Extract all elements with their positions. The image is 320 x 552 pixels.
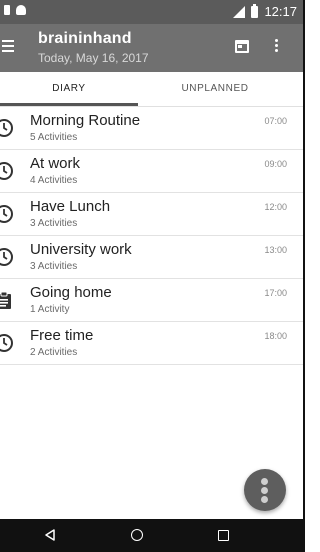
battery-icon <box>251 3 259 18</box>
activity-time: 12:00 <box>264 202 287 212</box>
notification-icon <box>4 5 10 15</box>
recents-icon[interactable] <box>218 530 229 541</box>
signal-icon <box>231 5 246 18</box>
activity-time: 09:00 <box>264 159 287 169</box>
tab-bar: DIARY UNPLANNED <box>0 72 303 107</box>
activity-count: 3 Activities <box>30 261 78 272</box>
clock-icon <box>0 248 13 266</box>
nav-bar <box>0 519 303 552</box>
tab-unplanned[interactable]: UNPLANNED <box>150 72 280 106</box>
list-item[interactable]: University work 3 Activities 13:00 <box>0 236 303 279</box>
android-icon <box>16 5 26 15</box>
activity-title: Free time <box>30 327 94 344</box>
activity-count: 3 Activities <box>30 218 78 229</box>
status-bar: 12:17 <box>0 0 303 24</box>
activity-time: 18:00 <box>264 331 287 341</box>
more-vert-icon[interactable] <box>275 39 279 55</box>
activity-title: Have Lunch <box>30 198 111 215</box>
clock-icon <box>0 119 13 137</box>
back-icon[interactable] <box>44 529 56 541</box>
clock-icon <box>0 205 13 223</box>
app-subtitle: Today, May 16, 2017 <box>38 51 149 65</box>
list-item[interactable]: Have Lunch 3 Activities 12:00 <box>0 193 303 236</box>
list-item[interactable]: At work 4 Activities 09:00 <box>0 150 303 193</box>
tab-indicator <box>0 103 138 106</box>
activity-time: 17:00 <box>264 288 287 298</box>
list-item[interactable]: Going home 1 Activity 17:00 <box>0 279 303 322</box>
app-title: braininhand <box>38 30 132 47</box>
activity-time: 07:00 <box>264 116 287 126</box>
activity-title: Going home <box>30 284 112 301</box>
calendar-icon[interactable] <box>235 40 249 53</box>
activity-title: At work <box>30 155 81 172</box>
activity-time: 13:00 <box>264 245 287 255</box>
clock-icon <box>0 334 13 352</box>
menu-icon[interactable] <box>2 40 14 52</box>
app-bar: braininhand Today, May 16, 2017 <box>0 24 303 72</box>
clipboard-icon <box>0 291 11 309</box>
list-item[interactable]: Free time 2 Activities 18:00 <box>0 322 303 365</box>
phone-screen: 12:17 braininhand Today, May 16, 2017 DI… <box>0 0 305 552</box>
status-time: 12:17 <box>264 4 297 19</box>
tab-diary[interactable]: DIARY <box>0 72 138 106</box>
list-item[interactable]: Morning Routine 5 Activities 07:00 <box>0 107 303 150</box>
clock-icon <box>0 162 13 180</box>
activity-count: 1 Activity <box>30 304 70 315</box>
activity-count: 5 Activities <box>30 132 78 143</box>
activity-title: Morning Routine <box>30 112 141 129</box>
activity-count: 4 Activities <box>30 175 78 186</box>
home-icon[interactable] <box>131 529 143 541</box>
traffic-light-icon <box>261 478 268 485</box>
traffic-light-fab[interactable] <box>244 469 286 511</box>
activity-count: 2 Activities <box>30 347 78 358</box>
activity-list: Morning Routine 5 Activities 07:00 At wo… <box>0 107 303 365</box>
activity-title: University work <box>30 241 132 258</box>
